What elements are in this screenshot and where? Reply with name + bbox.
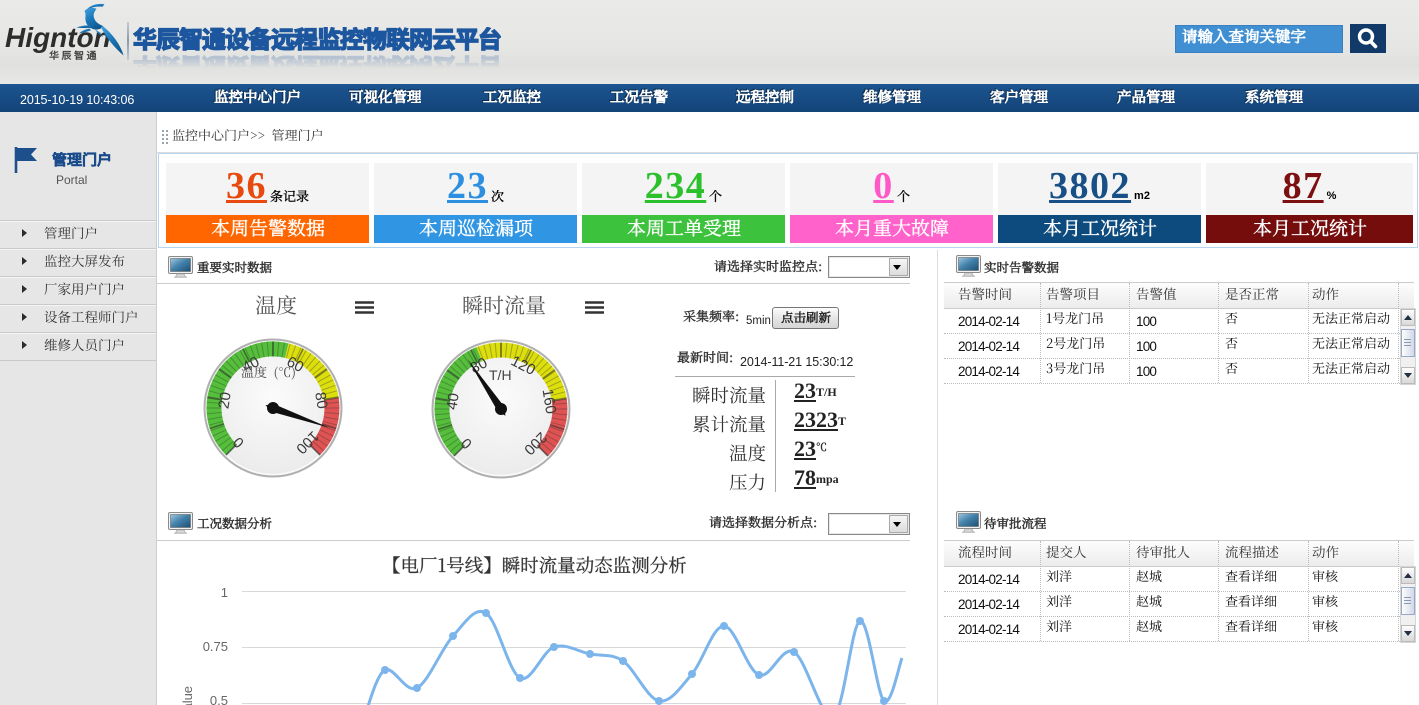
svg-text:40: 40 <box>443 392 462 411</box>
svg-text:20: 20 <box>215 391 234 410</box>
svg-text:80: 80 <box>311 391 330 410</box>
